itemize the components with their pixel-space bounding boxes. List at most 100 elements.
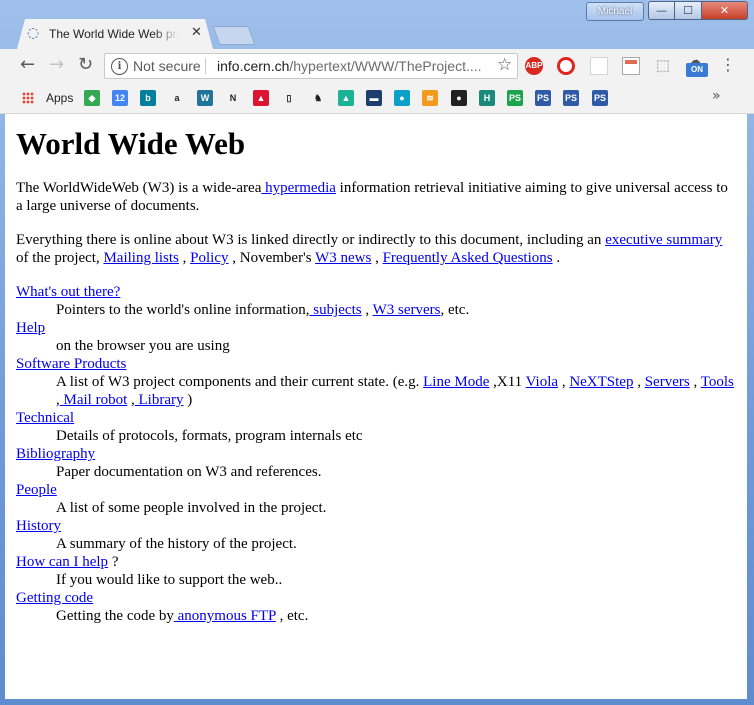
list-description: Getting the code by anonymous FTP , etc.: [56, 607, 738, 625]
bookmark-wordpress-icon[interactable]: W: [197, 90, 213, 106]
link-getting-code[interactable]: Getting code: [16, 590, 93, 606]
link-policy[interactable]: Policy: [190, 250, 228, 266]
info-icon[interactable]: i: [111, 58, 128, 75]
bookmark-amazon-icon[interactable]: a: [169, 90, 185, 106]
minimize-button[interactable]: —: [648, 1, 675, 20]
overview-text: .: [552, 250, 561, 266]
close-window-button[interactable]: ✕: [702, 1, 748, 20]
link-w3-news[interactable]: W3 news: [315, 250, 371, 266]
link-how-can-i-help[interactable]: How can I help: [16, 554, 108, 570]
description-text: ,: [361, 302, 373, 318]
bookmark-ps3-icon[interactable]: PS: [563, 90, 579, 106]
link-anonymous-ftp[interactable]: anonymous FTP: [174, 608, 276, 624]
bookmark-ps1-icon[interactable]: PS: [507, 90, 523, 106]
link-mailing-lists[interactable]: Mailing lists: [103, 250, 178, 266]
security-indicator[interactable]: Not secure: [133, 58, 201, 74]
link-people[interactable]: People: [16, 482, 57, 498]
omnibox-divider: [205, 58, 206, 74]
page-extension-icon[interactable]: [622, 57, 640, 75]
link-tools[interactable]: Tools: [701, 374, 734, 390]
list-description: Details of protocols, formats, program i…: [56, 428, 363, 444]
list-description: A summary of the history of the project.: [56, 536, 297, 552]
list-item: How can I help ?: [16, 553, 738, 571]
overview-text: Everything there is online about W3 is l…: [16, 232, 606, 248]
globe-icon: ◌: [27, 25, 40, 41]
bookmark-box-icon[interactable]: ▬: [366, 90, 382, 106]
url-text[interactable]: info.cern.ch/hypertext/WWW/TheProject...…: [217, 58, 482, 74]
link-library[interactable]: Library: [135, 392, 184, 408]
opera-icon[interactable]: [557, 57, 575, 75]
link-faq[interactable]: Frequently Asked Questions: [383, 250, 553, 266]
address-bar[interactable]: i Not secure info.cern.ch/hypertext/WWW/…: [104, 53, 518, 79]
toolbar: ← → ↻ i Not secure info.cern.ch/hypertex…: [0, 49, 754, 83]
link-line-mode[interactable]: Line Mode: [423, 374, 489, 390]
list-item: Getting code: [16, 589, 738, 607]
description-text: ,: [127, 392, 135, 408]
link-whats-out-there[interactable]: What's out there?: [16, 284, 120, 300]
maximize-button[interactable]: ☐: [675, 1, 702, 20]
more-bookmarks-icon[interactable]: »: [712, 88, 721, 104]
profile-button[interactable]: Michael: [586, 2, 644, 21]
url-host: info.cern.ch: [217, 58, 290, 74]
list-description: A list of W3 project components and thei…: [56, 373, 738, 409]
apps-grid-icon[interactable]: [22, 92, 34, 104]
menu-icon[interactable]: ⋮: [720, 55, 736, 74]
link-technical[interactable]: Technical: [16, 410, 74, 426]
bookmark-mountain-icon[interactable]: ▲: [338, 90, 354, 106]
description-text: ): [183, 392, 193, 408]
close-icon[interactable]: ✕: [191, 25, 202, 40]
description-text: Pointers to the world's online informati…: [56, 302, 310, 318]
link-viola[interactable]: Viola: [526, 374, 558, 390]
list-item: Bibliography: [16, 445, 738, 463]
bookmark-bing-icon[interactable]: b: [140, 90, 156, 106]
bookmark-pin-icon[interactable]: ●: [394, 90, 410, 106]
tab-active[interactable]: ◌ The World Wide Web project ✕: [17, 19, 213, 49]
intro-text: The WorldWideWeb (W3) is a wide-area: [16, 180, 262, 196]
link-subjects[interactable]: subjects: [310, 302, 361, 318]
bookmark-horse-icon[interactable]: ♞: [310, 90, 326, 106]
pdf-icon[interactable]: ⬚: [654, 57, 672, 75]
bookmark-ps2-icon[interactable]: PS: [535, 90, 551, 106]
bookmark-maps-icon[interactable]: ◆: [84, 90, 100, 106]
link-executive-summary[interactable]: executive summary: [605, 232, 722, 248]
link-servers[interactable]: Servers: [645, 374, 690, 390]
page-content: World Wide Web The WorldWideWeb (W3) is …: [16, 114, 738, 625]
back-arrow-icon[interactable]: ←: [20, 55, 35, 75]
extension-blank-icon[interactable]: [590, 57, 608, 75]
list-description: on the browser you are using: [56, 338, 230, 354]
bookmark-apps[interactable]: Apps: [46, 91, 73, 105]
link-history[interactable]: History: [16, 518, 61, 534]
link-w3-servers[interactable]: W3 servers: [373, 302, 441, 318]
new-tab-button[interactable]: [212, 26, 256, 45]
bookmark-github-icon[interactable]: ●: [451, 90, 467, 106]
bookmark-ps4-icon[interactable]: PS: [592, 90, 608, 106]
bookmark-calendar-icon[interactable]: 12: [112, 90, 128, 106]
description-text: ,: [689, 374, 701, 390]
reload-icon[interactable]: ↻: [78, 55, 93, 75]
intro-paragraph: The WorldWideWeb (W3) is a wide-area hyp…: [16, 179, 738, 215]
description-text: A list of W3 project components and thei…: [56, 374, 424, 390]
list-item: Software Products: [16, 355, 738, 373]
link-bibliography[interactable]: Bibliography: [16, 446, 95, 462]
description-text: , etc.: [440, 302, 470, 318]
bookmark-layers-icon[interactable]: ≋: [422, 90, 438, 106]
list-item: Help: [16, 319, 738, 337]
bookmark-h-icon[interactable]: H: [479, 90, 495, 106]
forward-arrow-icon[interactable]: →: [49, 55, 64, 75]
link-help[interactable]: Help: [16, 320, 45, 336]
description-text: ,X11: [489, 374, 526, 390]
bookmark-doc-icon[interactable]: ▯: [281, 90, 297, 106]
link-mail-robot[interactable]: Mail robot: [60, 392, 128, 408]
bookmark-bofa-icon[interactable]: ▲: [253, 90, 269, 106]
link-hypermedia[interactable]: hypermedia: [261, 180, 336, 196]
adblock-plus-icon[interactable]: ABP: [525, 57, 543, 75]
list-description: Pointers to the world's online informati…: [56, 301, 738, 319]
url-path: /hypertext/WWW/TheProject....: [289, 58, 482, 74]
bookmark-nyt-icon[interactable]: N: [225, 90, 241, 106]
overview-text: , November's: [228, 250, 316, 266]
web-page: World Wide Web The WorldWideWeb (W3) is …: [5, 114, 747, 699]
link-nextstep[interactable]: NeXTStep: [569, 374, 633, 390]
on-toggle-icon[interactable]: ON: [686, 63, 708, 77]
link-software-products[interactable]: Software Products: [16, 356, 126, 372]
bookmark-star-icon[interactable]: ☆: [497, 55, 512, 75]
